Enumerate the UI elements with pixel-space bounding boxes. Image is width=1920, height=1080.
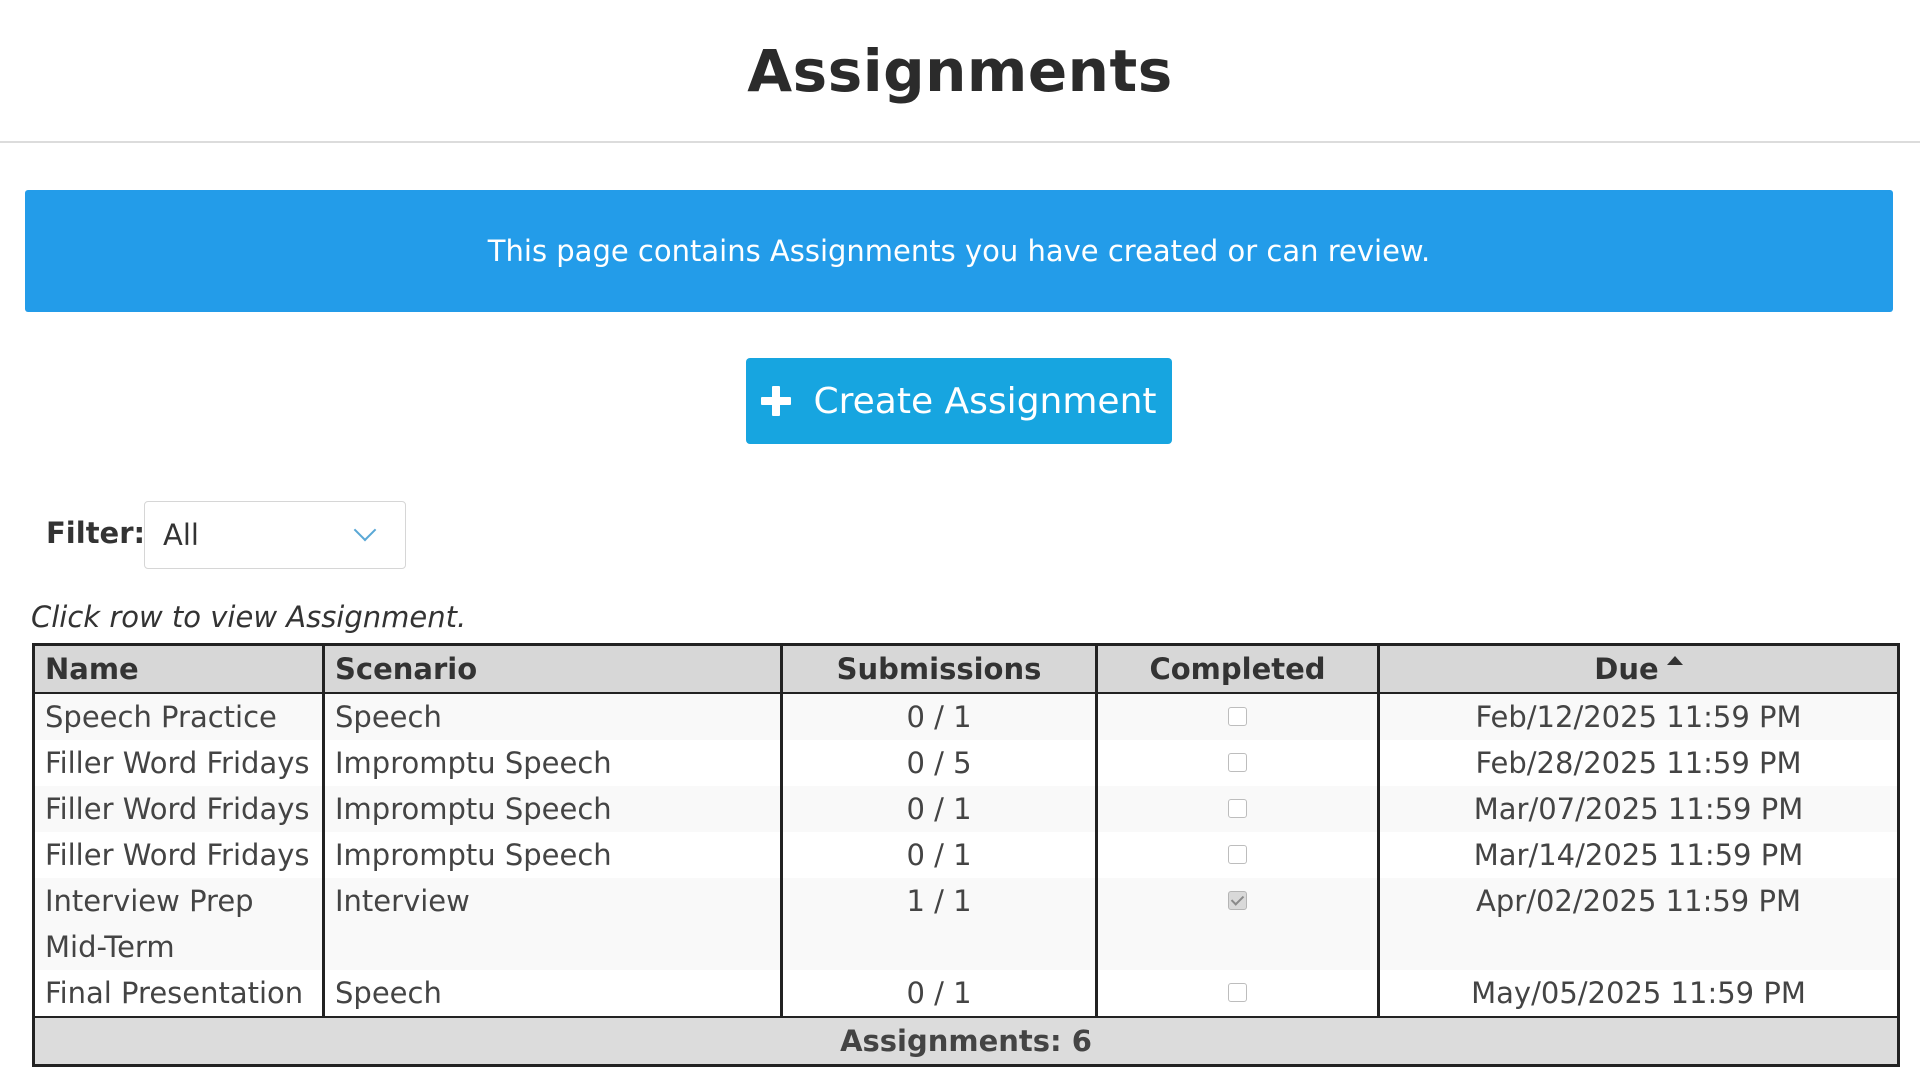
completed-checkbox (1228, 982, 1247, 1002)
cell-name: Filler Word Fridays (32, 786, 324, 832)
cell-due: May/05/2025 11:59 PM (1377, 970, 1899, 1017)
filter-label: Filter: (46, 516, 146, 550)
cell-name: Interview Prep Mid-Term (32, 878, 324, 970)
table-row[interactable]: Interview Prep Mid-Term Interview 1 / 1 … (32, 878, 1899, 970)
cell-due: Feb/28/2025 11:59 PM (1377, 740, 1899, 786)
completed-checkbox (1228, 844, 1247, 864)
cell-due: Mar/14/2025 11:59 PM (1377, 832, 1899, 878)
cell-submissions: 1 / 1 (780, 878, 1097, 970)
table-row[interactable]: Filler Word Fridays Impromptu Speech 0 /… (32, 786, 1899, 832)
table-row[interactable]: Filler Word Fridays Impromptu Speech 0 /… (32, 832, 1899, 878)
assignments-count: Assignments: 6 (32, 1016, 1899, 1066)
column-header-scenario[interactable]: Scenario (322, 644, 782, 694)
cell-completed (1095, 832, 1379, 878)
completed-checkbox (1228, 890, 1247, 910)
table-row[interactable]: Final Presentation Speech 0 / 1 May/05/2… (32, 970, 1899, 1017)
page-header: Assignments (0, 0, 1920, 143)
column-header-due[interactable]: Due (1377, 644, 1899, 694)
column-header-due-label: Due (1594, 652, 1659, 686)
cell-completed (1095, 786, 1379, 832)
column-header-completed[interactable]: Completed (1095, 644, 1379, 694)
cell-submissions: 0 / 1 (780, 786, 1097, 832)
completed-checkbox (1228, 752, 1247, 772)
create-assignment-button[interactable]: Create Assignment (746, 358, 1172, 444)
cell-submissions: 0 / 1 (780, 970, 1097, 1017)
cell-scenario: Speech (322, 693, 782, 740)
filter-selected-value: All (163, 518, 199, 552)
cell-scenario: Interview (322, 878, 782, 970)
cell-due: Apr/02/2025 11:59 PM (1377, 878, 1899, 970)
assignments-table: Name Scenario Submissions Completed Due … (32, 643, 1900, 1067)
cell-completed (1095, 878, 1379, 970)
table-row[interactable]: Filler Word Fridays Impromptu Speech 0 /… (32, 740, 1899, 786)
table-header-row: Name Scenario Submissions Completed Due (32, 644, 1899, 694)
column-header-scenario-label: Scenario (335, 652, 478, 686)
completed-checkbox (1228, 798, 1247, 818)
table-row[interactable]: Speech Practice Speech 0 / 1 Feb/12/2025… (32, 693, 1899, 740)
cell-name: Filler Word Fridays (32, 832, 324, 878)
page-title: Assignments (747, 36, 1173, 105)
cell-due: Feb/12/2025 11:59 PM (1377, 693, 1899, 740)
info-banner-text: This page contains Assignments you have … (487, 234, 1431, 268)
column-header-completed-label: Completed (1149, 652, 1326, 686)
cell-due: Mar/07/2025 11:59 PM (1377, 786, 1899, 832)
cell-submissions: 0 / 1 (780, 832, 1097, 878)
cell-completed (1095, 693, 1379, 740)
column-header-submissions-label: Submissions (836, 652, 1042, 686)
chevron-down-icon (353, 518, 377, 542)
cell-name: Filler Word Fridays (32, 740, 324, 786)
column-header-name-label: Name (45, 652, 139, 686)
cell-submissions: 0 / 1 (780, 693, 1097, 740)
column-header-name[interactable]: Name (32, 644, 324, 694)
table-hint: Click row to view Assignment. (31, 600, 467, 634)
cell-scenario: Impromptu Speech (322, 740, 782, 786)
filter-select[interactable]: All (144, 501, 406, 569)
cell-scenario: Speech (322, 970, 782, 1017)
cell-completed (1095, 740, 1379, 786)
info-banner: This page contains Assignments you have … (25, 190, 1893, 312)
sort-ascending-icon (1666, 656, 1683, 665)
cell-completed (1095, 970, 1379, 1017)
cell-scenario: Impromptu Speech (322, 832, 782, 878)
create-assignment-label: Create Assignment (813, 380, 1157, 422)
cell-name: Speech Practice (32, 693, 324, 740)
cell-submissions: 0 / 5 (780, 740, 1097, 786)
cell-scenario: Impromptu Speech (322, 786, 782, 832)
plus-icon (761, 386, 792, 416)
table-footer-row: Assignments: 6 (32, 1016, 1899, 1066)
completed-checkbox (1228, 706, 1247, 726)
cell-name: Final Presentation (32, 970, 324, 1017)
column-header-submissions[interactable]: Submissions (780, 644, 1097, 694)
